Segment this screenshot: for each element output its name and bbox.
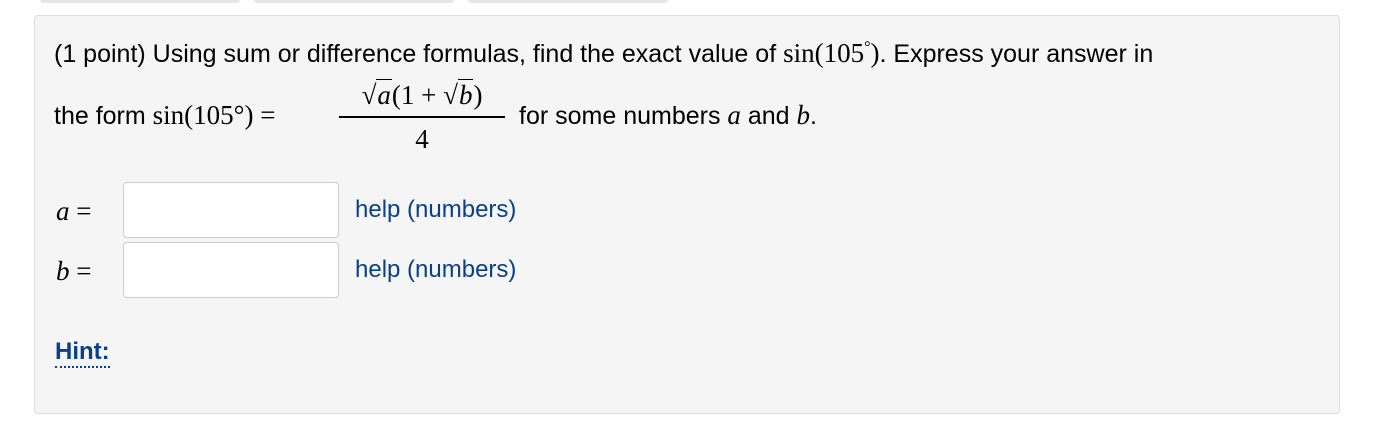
- fraction-denominator: 4: [415, 123, 429, 154]
- problem-statement-line2: the form sin(105°) =: [54, 100, 275, 131]
- problem-statement-line1: (1 point) Using sum or difference formul…: [54, 38, 1153, 69]
- form-label: the form: [54, 102, 146, 130]
- problem-container: (1 point) Using sum or difference formul…: [34, 15, 1340, 414]
- points-label: (1 point): [54, 40, 146, 68]
- help-numbers-link-a[interactable]: help (numbers): [355, 196, 516, 224]
- answer-row-b: b = help (numbers): [35, 242, 635, 300]
- fraction-bar: [339, 116, 505, 118]
- tab-edge: [254, 0, 454, 3]
- answer-form-fraction: √a(1 + √b) 4: [339, 74, 505, 156]
- sqrt-a: √a: [361, 79, 392, 110]
- fraction-numerator: √a(1 + √b): [339, 74, 505, 116]
- help-numbers-link-b[interactable]: help (numbers): [355, 256, 516, 284]
- answer-row-a: a = help (numbers): [35, 182, 635, 240]
- tab-edge: [40, 0, 240, 3]
- tab-edge: [468, 0, 668, 3]
- prompt-text-after: . Express your answer in: [879, 40, 1154, 68]
- sqrt-b: √b: [443, 79, 474, 110]
- answer-label-a: a =: [56, 196, 92, 226]
- hint-link[interactable]: Hint:: [55, 338, 110, 368]
- problem-suffix: for some numbers a and b.: [519, 100, 817, 130]
- lhs-expression: sin(105°) =: [152, 100, 276, 130]
- top-tabs: [40, 0, 668, 4]
- answer-input-b[interactable]: [123, 242, 339, 298]
- var-b-inline: b: [796, 100, 811, 130]
- prompt-text: Using sum or difference formulas, find t…: [152, 40, 777, 68]
- var-a-inline: a: [727, 100, 741, 130]
- answer-input-a[interactable]: [123, 182, 339, 238]
- sin-expression: sin(105°): [783, 38, 880, 68]
- answer-label-b: b =: [56, 256, 92, 286]
